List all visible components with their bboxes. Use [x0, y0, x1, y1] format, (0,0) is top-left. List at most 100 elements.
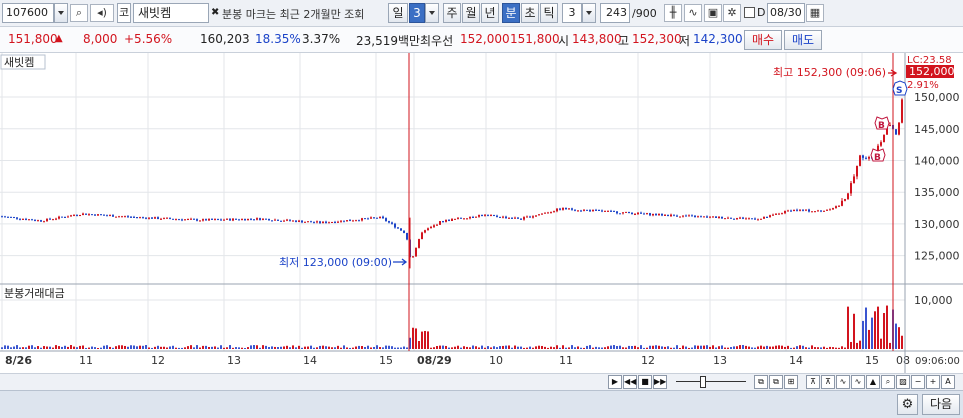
- tab-second[interactable]: 초: [521, 3, 539, 23]
- tab-tick[interactable]: 틱: [540, 3, 558, 23]
- volume-bar: [382, 347, 384, 349]
- interval-dropdown[interactable]: [582, 3, 596, 23]
- tab-year[interactable]: 년: [481, 3, 499, 23]
- volume-bar: [373, 346, 375, 349]
- candle-body: [496, 215, 498, 217]
- volume-bar: [847, 306, 849, 349]
- buy-button[interactable]: 매수: [744, 30, 782, 50]
- settings-gear-icon[interactable]: ⚙: [897, 394, 918, 415]
- auto-icon[interactable]: A: [941, 375, 955, 389]
- save-icon[interactable]: ▣: [704, 4, 722, 22]
- zoom-in-icon[interactable]: +: [926, 375, 940, 389]
- zoom-slider[interactable]: [676, 381, 746, 382]
- volume-bar: [247, 347, 249, 349]
- magnify-icon[interactable]: ⌕: [881, 375, 895, 389]
- volume-bar: [430, 347, 432, 349]
- volume-bar: [4, 345, 6, 349]
- stock-code-input[interactable]: 107600: [2, 3, 54, 23]
- day-count[interactable]: 3: [409, 3, 425, 23]
- tool-icon[interactable]: ∿: [836, 375, 850, 389]
- interval-input[interactable]: 3: [562, 3, 582, 23]
- volume-bar: [454, 346, 456, 349]
- volume-bar: [478, 347, 480, 349]
- candle-body: [778, 213, 780, 215]
- tab-week[interactable]: 주: [443, 3, 461, 23]
- buy-marker[interactable]: B: [874, 116, 890, 131]
- candle-body: [901, 99, 903, 123]
- candle-body: [769, 215, 771, 218]
- candle-body: [787, 210, 789, 212]
- stop-icon[interactable]: ■: [638, 375, 652, 389]
- toggle-icon[interactable]: ✖: [211, 7, 219, 18]
- candle-body: [184, 219, 186, 221]
- volume-bar: [193, 347, 195, 349]
- zoom-out-icon[interactable]: −: [911, 375, 925, 389]
- volume-bar: [745, 345, 747, 349]
- volume-bar: [877, 306, 879, 349]
- volume-bar: [901, 335, 903, 349]
- tab-minute[interactable]: 분: [502, 3, 520, 23]
- volume-bar: [898, 327, 900, 349]
- tab-day[interactable]: 일: [388, 3, 408, 23]
- date-flag: D: [757, 6, 766, 19]
- tab-month[interactable]: 월: [462, 3, 480, 23]
- code-dropdown-button[interactable]: [54, 3, 68, 23]
- calendar-icon[interactable]: ▦: [806, 4, 824, 22]
- candle-body: [757, 219, 759, 221]
- volume-bar: [358, 345, 360, 349]
- tool-icon[interactable]: ▨: [896, 375, 910, 389]
- zoom-slider-handle[interactable]: [700, 376, 706, 388]
- candle-body: [223, 219, 225, 221]
- volume-bar: [718, 346, 720, 349]
- day-count-dropdown[interactable]: [425, 3, 439, 23]
- tool-icon[interactable]: ⊼: [821, 375, 835, 389]
- time-label: 09:06:00: [915, 356, 960, 367]
- sell-marker[interactable]: S: [892, 80, 908, 96]
- candle-body: [742, 217, 744, 219]
- tool-icon[interactable]: ▲: [866, 375, 880, 389]
- x-tick-label: 10: [489, 354, 503, 367]
- volume-bar: [886, 305, 888, 349]
- candle-body: [526, 216, 528, 218]
- price-chart[interactable]: 150,000 145,000 140,000 135,000 130,000 125,0…: [0, 53, 963, 373]
- volume-bar: [601, 347, 603, 349]
- volume-bar: [604, 347, 606, 349]
- scroll-right-icon[interactable]: ▶: [608, 375, 622, 389]
- volume-bar: [727, 347, 729, 349]
- volume-bar: [37, 346, 39, 349]
- candle-body: [85, 213, 87, 215]
- search-icon[interactable]: ⌕: [70, 4, 88, 22]
- candle-body: [730, 217, 732, 219]
- tool-icon[interactable]: ⧉: [769, 375, 783, 389]
- candle-body: [295, 220, 297, 222]
- tool-icon[interactable]: ∿: [851, 375, 865, 389]
- date-input[interactable]: 08/30: [767, 3, 805, 23]
- speaker-icon[interactable]: ◂): [90, 4, 114, 22]
- next-button[interactable]: 다음: [922, 394, 960, 415]
- chart-type-icon[interactable]: ╫: [664, 4, 682, 22]
- volume-bar: [115, 346, 117, 349]
- volume-bar: [565, 347, 567, 349]
- buy-marker[interactable]: B: [870, 148, 886, 163]
- date-checkbox[interactable]: [744, 7, 755, 18]
- rewind-icon[interactable]: ◀◀: [623, 375, 637, 389]
- candle-body: [442, 221, 444, 223]
- sell-button[interactable]: 매도: [784, 30, 822, 50]
- volume-bar: [436, 346, 438, 349]
- volume-bar: [313, 347, 315, 349]
- tool-icon[interactable]: ⊼: [806, 375, 820, 389]
- fast-forward-icon[interactable]: ▶▶: [653, 375, 667, 389]
- volume-bar: [16, 345, 18, 349]
- volume-bar: [352, 347, 354, 349]
- gear-icon[interactable]: ✲: [723, 4, 741, 22]
- volume-bar: [277, 347, 279, 349]
- stock-name-field[interactable]: 새빗켐: [133, 3, 209, 23]
- tool-icon[interactable]: ⧉: [754, 375, 768, 389]
- count-input[interactable]: 243: [600, 3, 630, 23]
- chart-canvas[interactable]: 150,000 145,000 140,000 135,000 130,000 125,0…: [0, 53, 963, 373]
- volume-bar: [319, 345, 321, 349]
- tool-icon[interactable]: ⊞: [784, 375, 798, 389]
- y-tick-label: 145,000: [914, 123, 960, 136]
- volume-bar: [460, 347, 462, 349]
- line-tool-icon[interactable]: ∿: [684, 4, 702, 22]
